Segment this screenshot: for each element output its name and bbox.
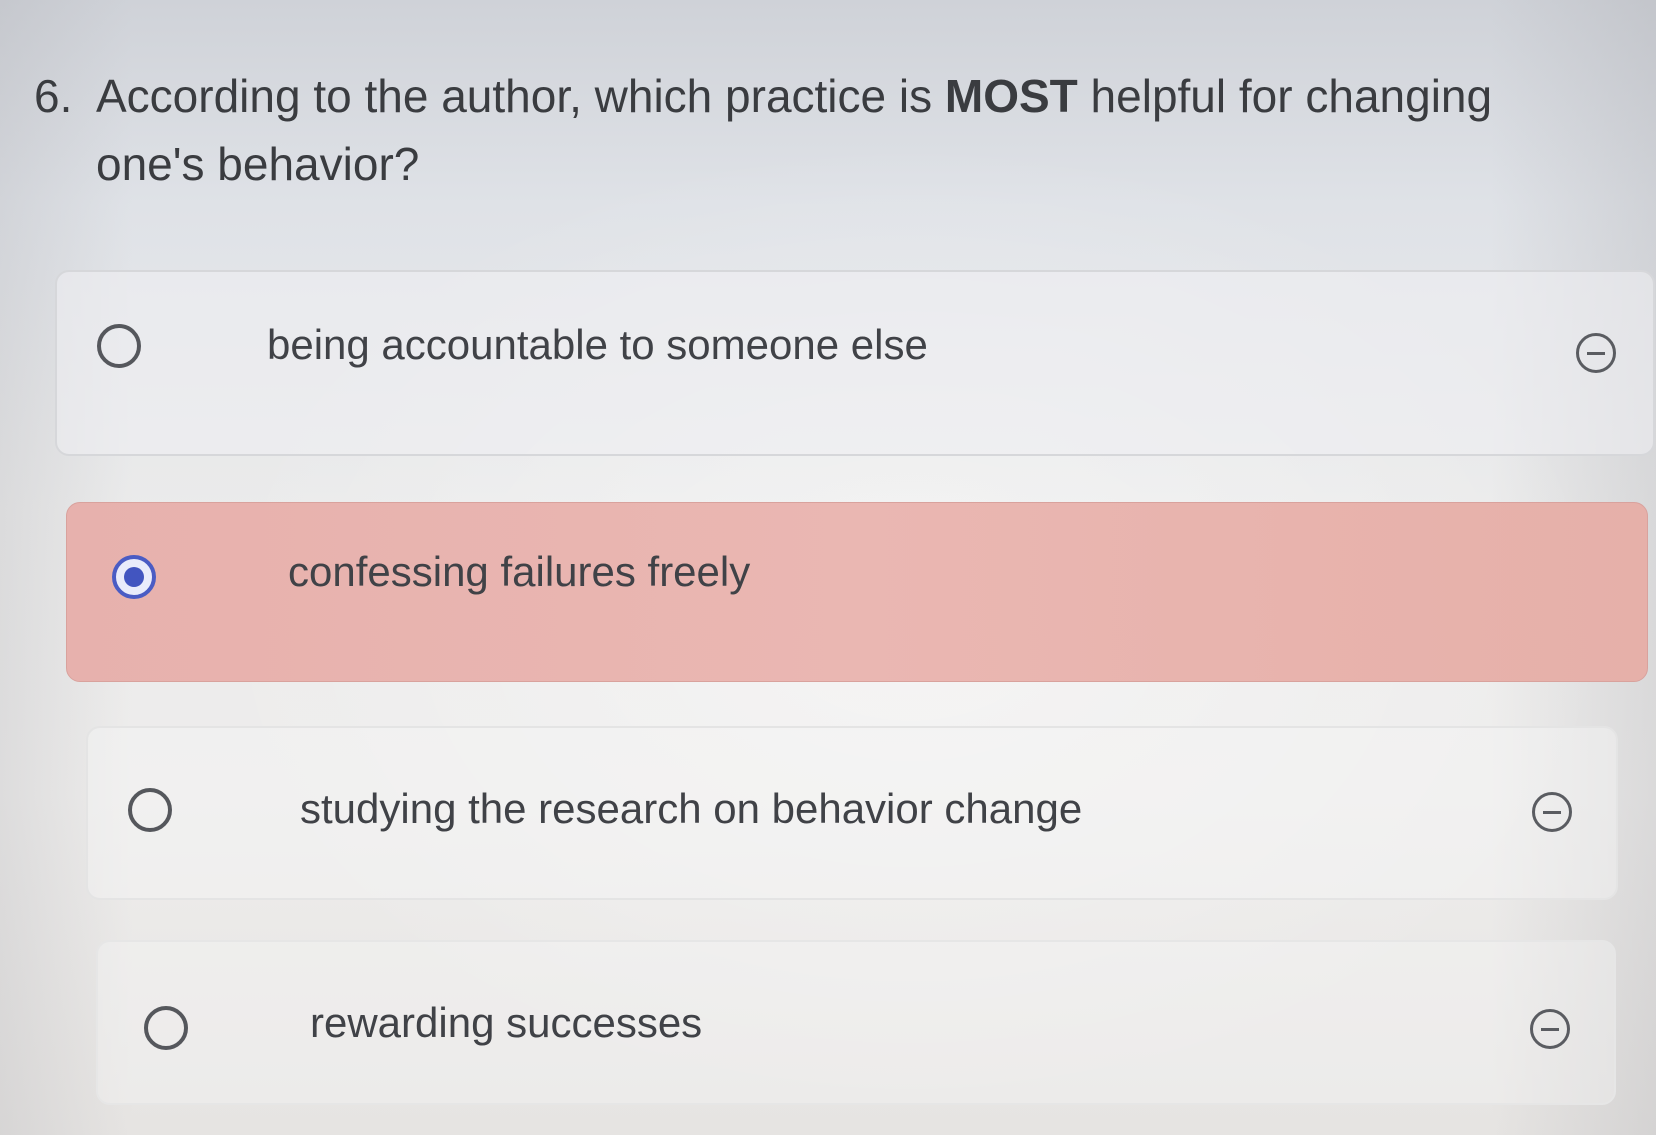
answer-option-label-d: rewarding successes [310,999,703,1046]
answer-option-c[interactable]: studying the research on behavior change [86,726,1618,900]
question-text-start: According to the author, which practice … [96,70,945,122]
radio-button-a[interactable] [97,324,141,368]
question-text: According to the author, which practice … [96,62,1594,198]
question-emphasis: MOST [944,70,1078,122]
eliminate-option-d-icon[interactable] [1530,1009,1570,1049]
answer-option-d[interactable]: rewarding successes [96,940,1616,1105]
question-prompt: 6. According to the author, which practi… [34,62,1594,198]
radio-button-d[interactable] [144,1006,188,1050]
radio-button-b-selected[interactable] [112,555,156,599]
radio-button-c[interactable] [128,788,172,832]
question-number: 6. [34,70,73,122]
answer-option-label-a: being accountable to someone else [267,321,928,368]
answer-option-a[interactable]: being accountable to someone else [55,270,1655,456]
answer-option-label-c: studying the research on behavior change [300,785,1083,832]
answer-option-b[interactable]: confessing failures freely [66,502,1648,682]
answer-option-label-b: confessing failures freely [288,548,751,595]
eliminate-option-c-icon[interactable] [1532,792,1572,832]
eliminate-option-a-icon[interactable] [1576,333,1616,373]
